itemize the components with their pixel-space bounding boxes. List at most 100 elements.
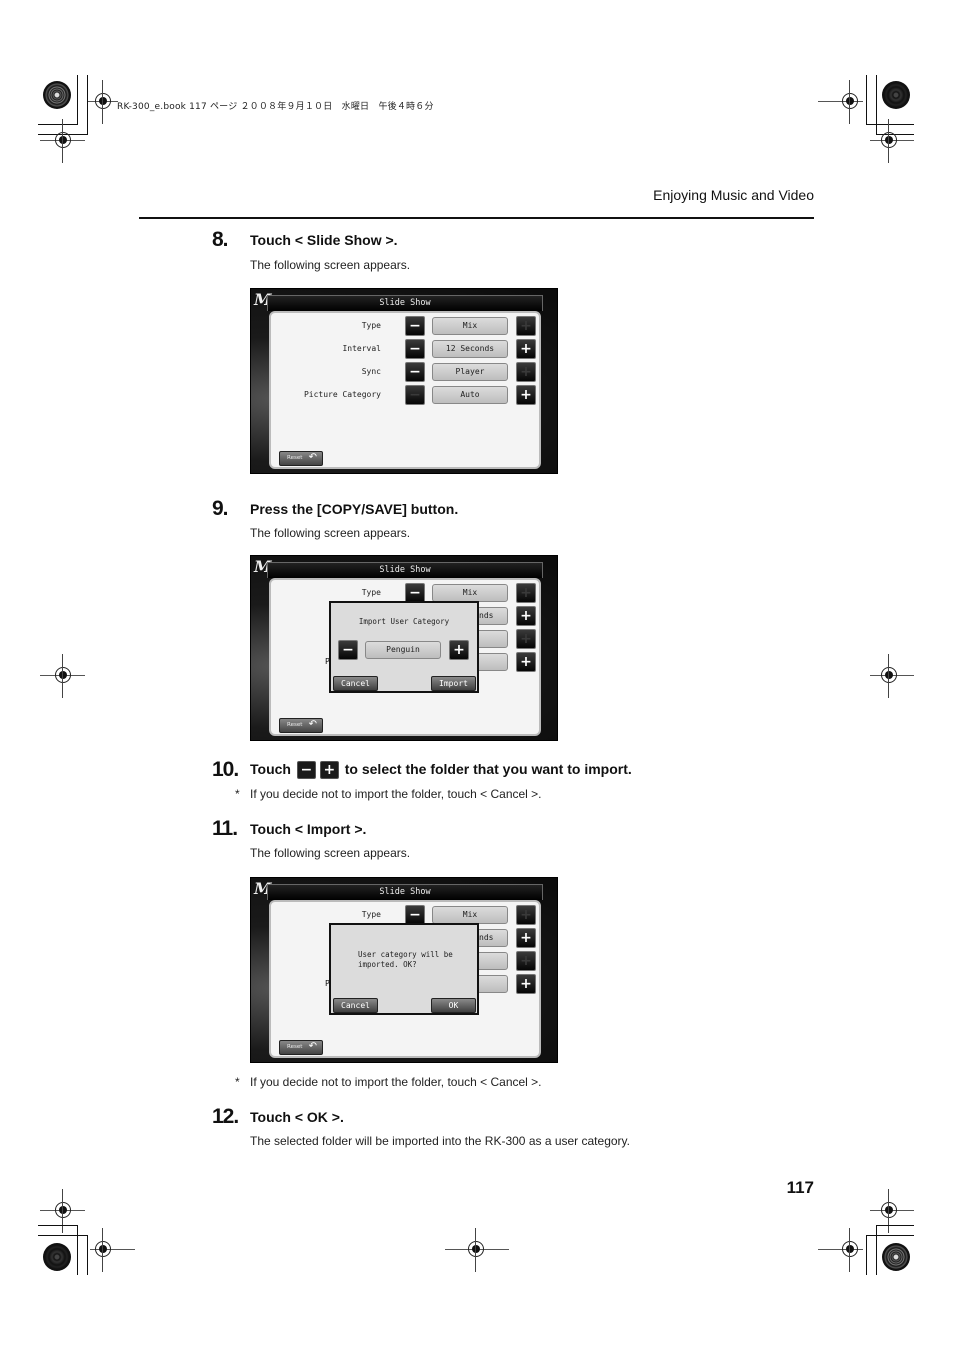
plus-button-icon: + xyxy=(319,761,339,780)
registration-mark xyxy=(881,119,897,163)
decrement-button[interactable]: − xyxy=(405,316,425,336)
note-text: If you decide not to import the folder, … xyxy=(250,1075,542,1089)
setting-value: Mix xyxy=(432,317,508,335)
setting-label: Type xyxy=(361,588,381,597)
cancel-button[interactable]: Cancel xyxy=(333,998,378,1013)
step-title-suffix: to select the folder that you want to im… xyxy=(344,761,632,777)
setting-label: Type xyxy=(361,321,381,330)
import-button[interactable]: Import xyxy=(431,676,476,691)
screen-title: Slide Show xyxy=(267,295,543,311)
registration-target-bottom-right xyxy=(882,1243,910,1271)
setting-value: Mix xyxy=(432,906,508,924)
decrement-button[interactable]: − xyxy=(405,385,425,405)
registration-mark xyxy=(95,1228,111,1272)
reset-label: Reset xyxy=(287,722,303,728)
registration-mark xyxy=(881,1189,897,1233)
print-header: RK-300_e.book 117 ページ ２００８年９月１０日 水曜日 午後４… xyxy=(117,102,434,112)
screenshot-slide-show: M Slide Show Type − Mix + Interval − 12 … xyxy=(250,288,558,474)
setting-row-type: Type − Mix + xyxy=(271,905,541,925)
registration-mark xyxy=(55,1189,71,1233)
crop-mark xyxy=(866,1235,914,1236)
step-body: The selected folder will be imported int… xyxy=(250,1134,630,1148)
cancel-button[interactable]: Cancel xyxy=(333,676,378,691)
note-marker: * xyxy=(235,787,240,801)
increment-button[interactable]: + xyxy=(516,385,536,405)
decrement-button[interactable]: − xyxy=(405,339,425,359)
ok-button[interactable]: OK xyxy=(431,998,476,1013)
setting-label: Picture Category xyxy=(303,390,381,399)
setting-label: Interval xyxy=(342,344,381,353)
increment-button[interactable]: + xyxy=(516,905,536,925)
setting-row-picture-category: Picture Category − Auto + xyxy=(271,385,541,405)
step-title: Touch < Slide Show >. xyxy=(250,232,398,248)
crop-mark xyxy=(876,75,877,135)
section-title: Enjoying Music and Video xyxy=(653,187,814,203)
note-text: If you decide not to import the folder, … xyxy=(250,787,542,801)
reset-button[interactable]: Reset ↶ xyxy=(279,718,323,733)
screen-title: Slide Show xyxy=(267,562,543,578)
increment-button[interactable]: + xyxy=(516,951,536,971)
reset-button[interactable]: Reset ↶ xyxy=(279,451,323,466)
crop-mark xyxy=(866,75,867,125)
increment-button[interactable]: + xyxy=(449,640,469,660)
reset-label: Reset xyxy=(287,455,303,461)
crop-mark xyxy=(77,1225,78,1275)
increment-button[interactable]: + xyxy=(516,629,536,649)
registration-mark xyxy=(842,1228,858,1272)
decrement-button[interactable]: − xyxy=(405,905,425,925)
setting-row-type: Type − Mix + xyxy=(271,583,541,603)
crop-mark xyxy=(38,124,78,125)
step-number: 12. xyxy=(212,1105,239,1128)
undo-icon: ↶ xyxy=(308,1041,317,1052)
crop-mark xyxy=(876,1225,877,1275)
setting-label: Type xyxy=(361,910,381,919)
registration-target-top-left xyxy=(43,81,71,109)
step-title-prefix: Touch xyxy=(250,761,291,777)
reset-label: Reset xyxy=(287,1044,303,1050)
setting-label: Sync xyxy=(361,367,381,376)
crop-mark xyxy=(38,1225,78,1226)
step-title: Touch − + to select the folder that you w… xyxy=(250,761,632,780)
crop-mark xyxy=(866,124,914,125)
increment-button[interactable]: + xyxy=(516,974,536,994)
screenshot-import-dialog: M Slide Show Type − Mix + nds + + P + Re… xyxy=(250,555,558,741)
setting-value: 12 Seconds xyxy=(432,340,508,358)
increment-button[interactable]: + xyxy=(516,362,536,382)
step-number: 9. xyxy=(212,497,228,520)
setting-row-interval: Interval − 12 Seconds + xyxy=(271,339,541,359)
import-user-category-dialog: Import User Category − Penguin + Cancel … xyxy=(329,601,479,693)
increment-button[interactable]: + xyxy=(516,339,536,359)
page-number: 117 xyxy=(786,1178,814,1197)
registration-mark xyxy=(95,80,111,124)
reset-button[interactable]: Reset ↶ xyxy=(279,1040,323,1055)
crop-mark xyxy=(87,1235,88,1275)
step-title: Press the [COPY/SAVE] button. xyxy=(250,501,459,517)
note-marker: * xyxy=(235,1075,240,1089)
increment-button[interactable]: + xyxy=(516,928,536,948)
header-rule xyxy=(139,217,814,219)
settings-panel: Type − Mix + Interval − 12 Seconds + Syn… xyxy=(269,311,541,469)
step-number: 10. xyxy=(212,758,239,781)
crop-mark xyxy=(87,75,88,135)
category-value: Penguin xyxy=(365,641,441,659)
crop-mark xyxy=(866,1235,867,1275)
decrement-button[interactable]: − xyxy=(338,640,358,660)
increment-button[interactable]: + xyxy=(516,583,536,603)
setting-value: Mix xyxy=(432,584,508,602)
crop-mark xyxy=(876,1225,914,1226)
screen-title: Slide Show xyxy=(267,884,543,900)
registration-mark xyxy=(55,119,71,163)
screenshot-confirm-dialog: M Slide Show Type − Mix + nds + + P + Re… xyxy=(250,877,558,1063)
decrement-button[interactable]: − xyxy=(405,362,425,382)
undo-icon: ↶ xyxy=(308,452,317,463)
step-body: The following screen appears. xyxy=(250,526,411,540)
increment-button[interactable]: + xyxy=(516,652,536,672)
decrement-button[interactable]: − xyxy=(405,583,425,603)
increment-button[interactable]: + xyxy=(516,316,536,336)
minus-button-icon: − xyxy=(296,761,316,780)
increment-button[interactable]: + xyxy=(516,606,536,626)
registration-target-bottom-left xyxy=(43,1243,71,1271)
crop-mark xyxy=(77,75,78,125)
dialog-message-line: User category will be xyxy=(358,950,453,959)
dialog-title: Import User Category xyxy=(358,617,450,626)
